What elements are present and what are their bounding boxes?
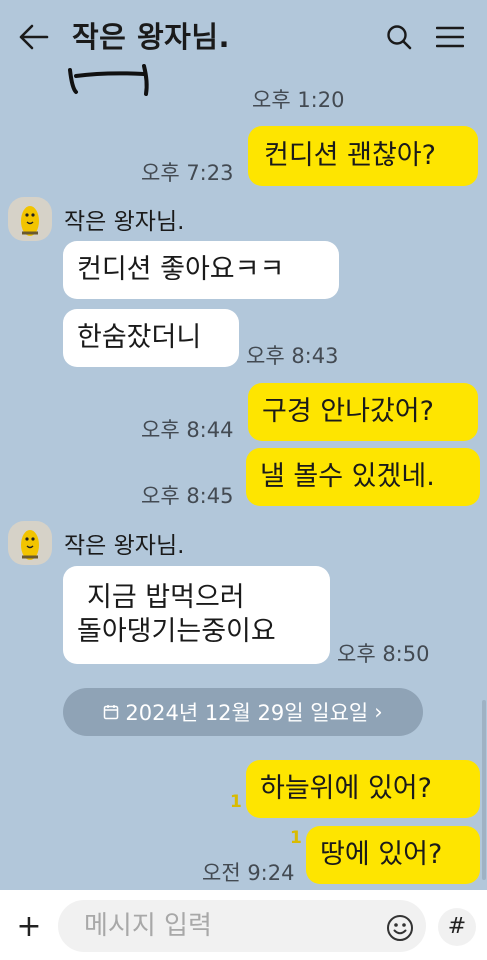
message-text-line: 돌아댕기는중이요	[77, 616, 276, 647]
message-text: 하늘위에 있어?	[260, 773, 432, 805]
message-text: 낼 볼수 있겠네.	[260, 461, 435, 493]
date-label: 2024년 12월 29일 일요일	[125, 701, 369, 725]
my-message-bubble[interactable]: 컨디션 괜찮아?	[248, 126, 478, 186]
hashtag-search-button[interactable]: #	[438, 908, 476, 946]
message-time: 오후 8:45	[141, 484, 234, 508]
emoticon-fragment	[68, 64, 149, 96]
hamburger-menu-icon[interactable]	[436, 25, 464, 49]
message-time: 오후 8:44	[141, 418, 234, 442]
arrow-left-icon[interactable]	[18, 22, 50, 52]
my-message-bubble[interactable]: 구경 안나갔어?	[248, 383, 478, 441]
message-time: 오후 8:50	[337, 642, 430, 666]
sender-name: 작은 왕자님.	[64, 533, 185, 559]
my-message-bubble[interactable]: 낼 볼수 있겠네.	[246, 448, 480, 506]
search-icon[interactable]	[386, 24, 412, 50]
avatar-character-icon	[21, 530, 39, 560]
message-text: 컨디션 괜찮아?	[264, 140, 436, 172]
sender-name: 작은 왕자님.	[64, 209, 185, 235]
date-divider[interactable]: 2024년 12월 29일 일요일 ›	[63, 688, 423, 736]
message-input[interactable]	[58, 900, 426, 952]
my-message-bubble[interactable]: 땅에 있어?	[306, 826, 480, 884]
emoji-smile-icon[interactable]	[386, 914, 414, 942]
message-text: 구경 안나갔어?	[262, 396, 434, 428]
message-text: 한숨잤더니	[77, 322, 202, 354]
message-text: 컨디션 좋아요ㅋㅋ	[77, 254, 285, 286]
my-message-bubble[interactable]: 하늘위에 있어?	[246, 760, 480, 818]
their-message-bubble[interactable]: 한숨잤더니	[63, 309, 239, 367]
message-time: 오후 7:23	[141, 161, 234, 185]
unread-count: 1	[290, 828, 302, 848]
scrollbar[interactable]	[482, 700, 486, 880]
message-time: 오후 8:43	[246, 344, 339, 368]
avatar[interactable]	[8, 521, 52, 565]
calendar-icon	[104, 705, 119, 720]
message-time: 오후 1:20	[252, 88, 345, 112]
unread-count: 1	[230, 792, 242, 812]
attach-plus-button[interactable]: +	[12, 910, 46, 944]
avatar-character-icon	[21, 206, 39, 236]
message-time: 오전 9:24	[202, 861, 295, 885]
avatar[interactable]	[8, 197, 52, 241]
their-message-bubble[interactable]: 컨디션 좋아요ㅋㅋ	[63, 241, 339, 299]
their-message-bubble[interactable]: 지금 밥먹으러 돌아댕기는중이요	[63, 566, 330, 664]
chat-title: 작은 왕자님.	[72, 20, 231, 54]
message-text-line: 지금 밥먹으러	[87, 582, 245, 614]
message-text: 땅에 있어?	[320, 839, 443, 871]
chevron-right-icon: ›	[374, 700, 383, 724]
